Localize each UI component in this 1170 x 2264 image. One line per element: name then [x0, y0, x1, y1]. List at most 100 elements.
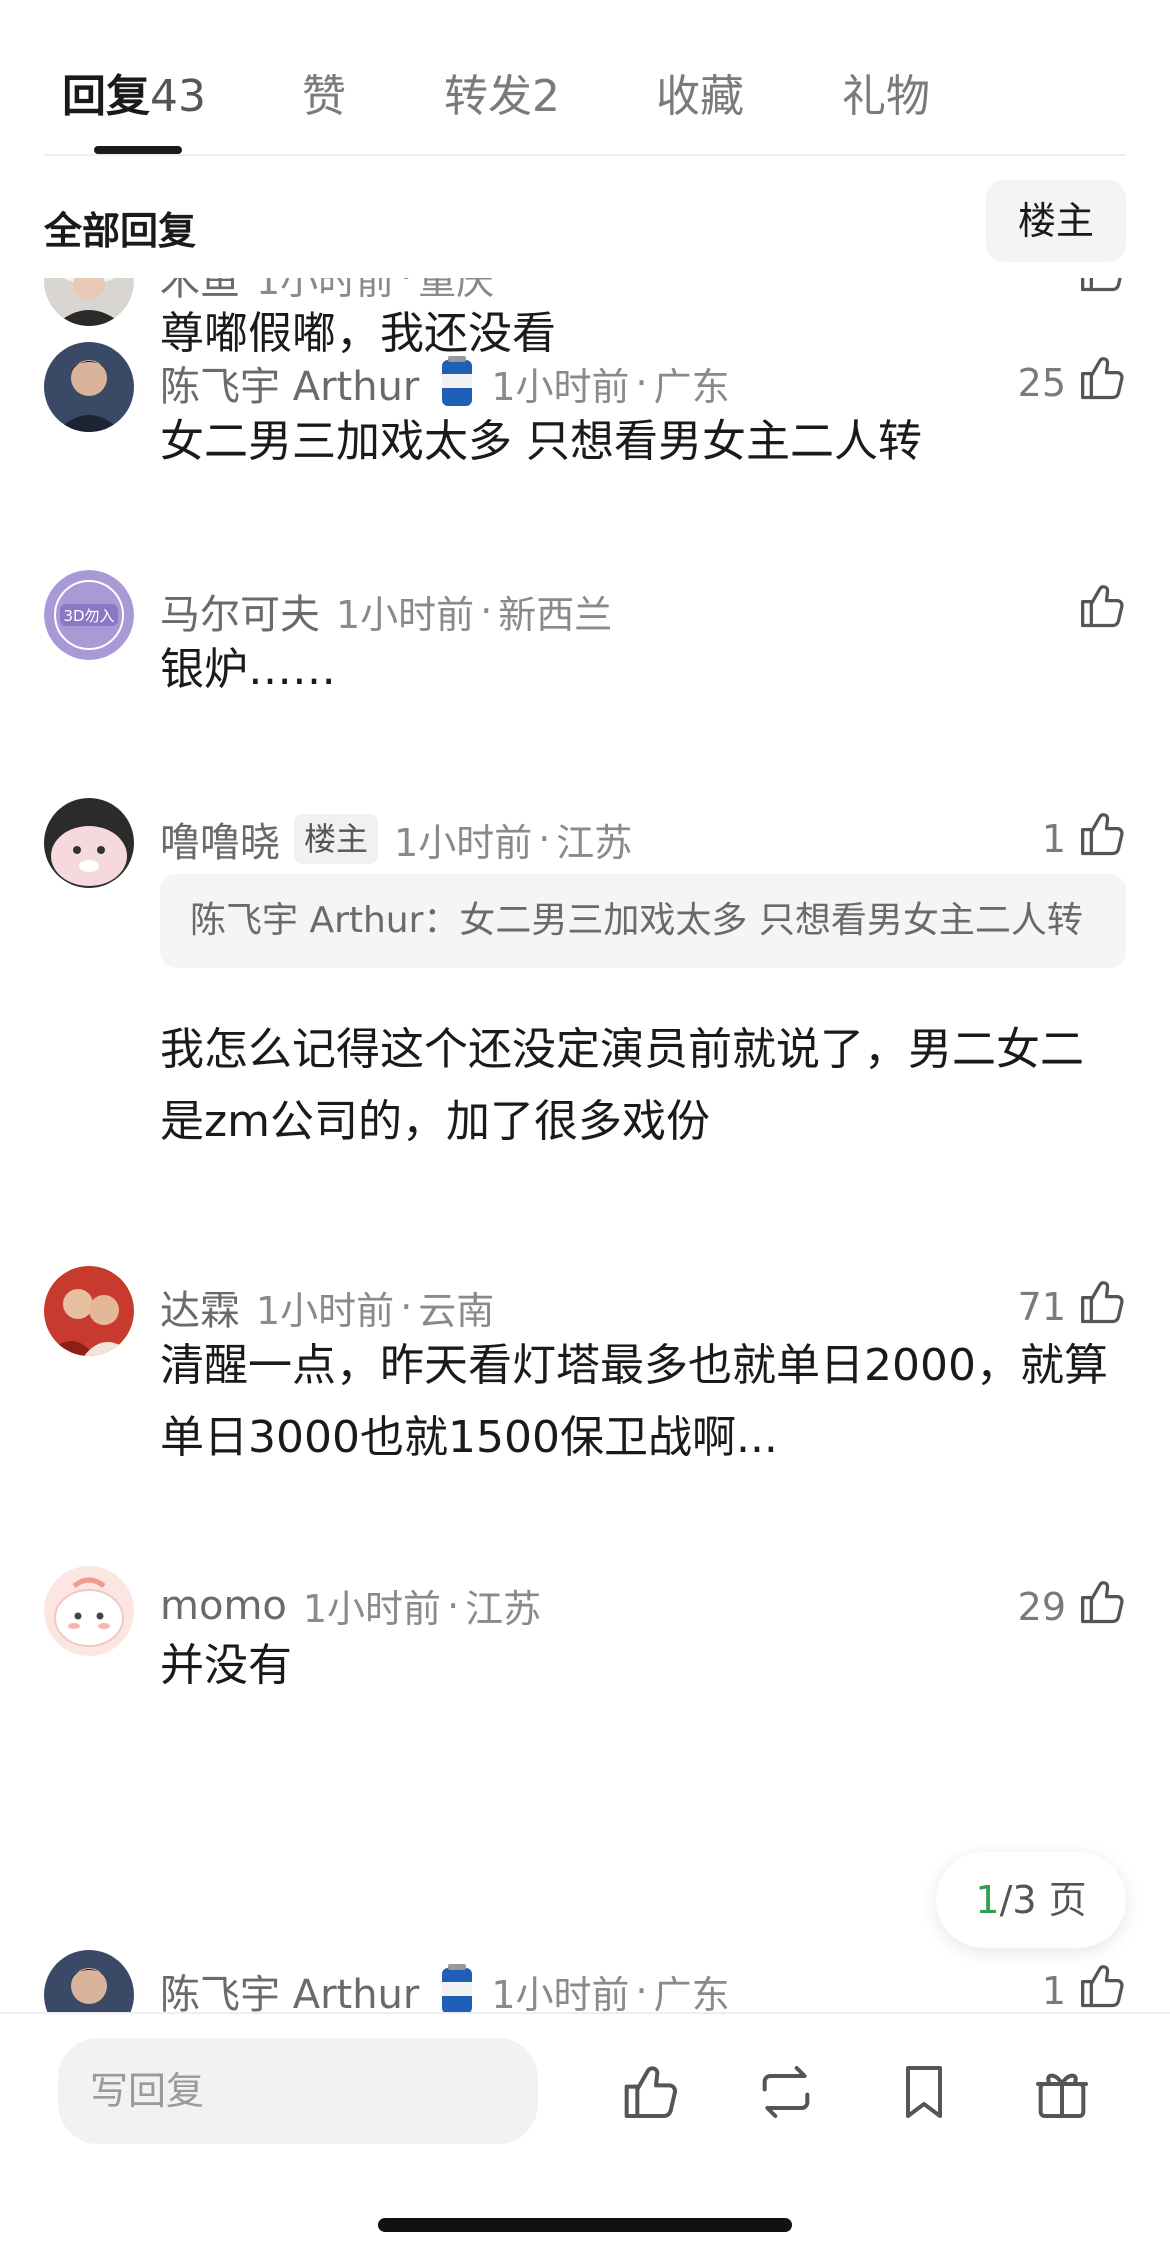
favorite-button[interactable]: [892, 2060, 956, 2124]
comment-item: 3D勿入 马尔可夫 1小时前 · 新西兰 银炉……: [0, 570, 1170, 730]
avatar-image: [44, 1566, 134, 1656]
timestamp: 1小时前: [256, 1288, 395, 1333]
avatar-image: [44, 798, 134, 888]
like-button[interactable]: 25: [1018, 352, 1126, 413]
comment-meta: 陈飞宇 Arthur 1小时前 · 广东: [160, 1962, 730, 2012]
avatar-image: 3D勿入: [44, 570, 134, 660]
divider: [44, 154, 1126, 156]
avatar-image: [44, 1266, 134, 1356]
timestamp: 1小时前: [394, 820, 533, 865]
like-count: 1: [1041, 1968, 1066, 2013]
comment-list[interactable]: 木鱼 1小时前 · 重庆 尊嘟假嘟，我还没看 陈飞宇 Arthur 1小时前 ·…: [0, 278, 1170, 2012]
beer-can-badge-icon: [439, 356, 475, 410]
location: 广东: [653, 364, 730, 409]
location: 江苏: [465, 1587, 542, 1631]
avatar-image: [44, 1950, 134, 2012]
like-button[interactable]: 71: [1018, 1276, 1126, 1337]
comment-item: 噜噜晓 楼主 1小时前 · 江苏 1 陈飞宇 Arthur：女二男三加戏太多 只…: [0, 798, 1170, 1198]
like-button[interactable]: [1066, 580, 1126, 641]
comment-text: 我怎么记得这个还没定演员前就说了，男二女二是zm公司的，加了很多戏份: [160, 1024, 1084, 1147]
separator: ·: [635, 1969, 648, 2012]
comment-item: 陈飞宇 Arthur 1小时前 · 广东 1: [0, 1950, 1170, 2012]
comment-meta: 陈飞宇 Arthur 1小时前 · 广东: [160, 354, 730, 412]
comment-meta: 达霖 1小时前 · 云南: [160, 1278, 494, 1336]
tab-likes[interactable]: 赞: [302, 60, 346, 124]
tab-label: 赞: [302, 71, 346, 122]
avatar[interactable]: [44, 342, 134, 432]
avatar-text: 3D勿入: [63, 607, 114, 625]
username[interactable]: 陈飞宇 Arthur: [160, 1962, 419, 2012]
page-indicator[interactable]: 1/3 页: [936, 1852, 1126, 1948]
like-count: 1: [1041, 816, 1066, 861]
total-pages: /3 页: [999, 1878, 1087, 1922]
location: 新西兰: [498, 592, 613, 637]
tab-favorites[interactable]: 收藏: [656, 60, 744, 124]
comment-item: momo 1小时前 · 江苏 29 并没有: [0, 1566, 1170, 1726]
tab-label: 回复: [62, 71, 150, 122]
username[interactable]: 陈飞宇 Arthur: [160, 354, 419, 412]
reply-input[interactable]: 写回复: [58, 2038, 538, 2144]
tab-replies[interactable]: 回复43: [62, 60, 206, 124]
separator: ·: [538, 817, 551, 861]
thumbs-up-icon: [616, 2066, 680, 2128]
tab-bar: 回复43 赞 转发2 收藏 礼物: [0, 0, 1170, 158]
username[interactable]: 马尔可夫: [160, 582, 320, 640]
current-page: 1: [975, 1878, 1000, 1922]
like-post-button[interactable]: [616, 2060, 680, 2124]
avatar[interactable]: [44, 1566, 134, 1656]
filter-title: 全部回复: [44, 209, 197, 253]
op-only-button[interactable]: 楼主: [986, 180, 1126, 262]
thumbs-up-icon: [1074, 1576, 1126, 1637]
avatar[interactable]: [44, 1266, 134, 1356]
username[interactable]: 达霖: [160, 1278, 240, 1336]
comment-text: 清醒一点，昨天看灯塔最多也就单日2000，就算单日3000也就1500保卫战啊.…: [160, 1340, 1108, 1463]
tab-reposts[interactable]: 转发2: [444, 60, 560, 124]
username[interactable]: 噜噜晓: [160, 810, 280, 868]
tab-count: 2: [532, 71, 560, 122]
comment-item: 陈飞宇 Arthur 1小时前 · 广东 25 女二男三加戏太多 只想看男女主二…: [0, 342, 1170, 502]
separator: ·: [400, 278, 412, 299]
avatar[interactable]: [44, 798, 134, 888]
separator: ·: [635, 361, 648, 405]
comment-meta: momo 1小时前 · 江苏: [160, 1578, 541, 1633]
tab-label: 收藏: [656, 71, 744, 122]
like-button[interactable]: 29: [1018, 1576, 1126, 1637]
gift-icon: [1030, 2073, 1094, 2128]
like-button[interactable]: 1: [1042, 808, 1126, 869]
avatar-image: [44, 342, 134, 432]
like-button[interactable]: 1: [1042, 1960, 1126, 2012]
avatar[interactable]: [44, 278, 134, 326]
op-badge: 楼主: [294, 814, 379, 864]
tab-gifts[interactable]: 礼物: [842, 60, 930, 124]
tab-label: 转发: [444, 71, 532, 122]
thumbs-up-icon: [1074, 1276, 1126, 1337]
separator: ·: [400, 1285, 413, 1329]
location: 江苏: [556, 820, 633, 865]
active-tab-indicator: [94, 146, 182, 154]
tab-count: 43: [150, 71, 206, 122]
like-count: 29: [1017, 1584, 1066, 1629]
comment-text: 银炉……: [160, 644, 336, 695]
beer-can-badge-icon: [439, 1964, 475, 2012]
timestamp: 1小时前: [302, 1587, 442, 1631]
separator: ·: [480, 589, 493, 633]
timestamp: 1小时前: [336, 592, 475, 637]
quoted-comment[interactable]: 陈飞宇 Arthur：女二男三加戏太多 只想看男女主二人转: [160, 874, 1126, 968]
gift-button[interactable]: [1030, 2060, 1094, 2124]
comment-meta: 马尔可夫 1小时前 · 新西兰: [160, 582, 612, 640]
thumbs-up-icon: [1074, 580, 1126, 641]
avatar[interactable]: [44, 1950, 134, 2012]
comment-text: 并没有: [160, 1640, 292, 1691]
avatar-image: [44, 278, 134, 326]
avatar[interactable]: 3D勿入: [44, 570, 134, 660]
like-count: 25: [1017, 360, 1066, 405]
comment-item: 达霖 1小时前 · 云南 71 清醒一点，昨天看灯塔最多也就单日2000，就算单…: [0, 1266, 1170, 1486]
filter-bar: 全部回复 楼主: [0, 158, 1170, 278]
home-indicator[interactable]: [378, 2218, 792, 2232]
thumbs-up-icon: [1074, 808, 1126, 869]
repost-button[interactable]: [754, 2060, 818, 2124]
location: 广东: [653, 1972, 730, 2013]
separator: ·: [447, 1583, 460, 1628]
bookmark-icon: [892, 2066, 956, 2128]
username[interactable]: momo: [160, 1583, 287, 1629]
